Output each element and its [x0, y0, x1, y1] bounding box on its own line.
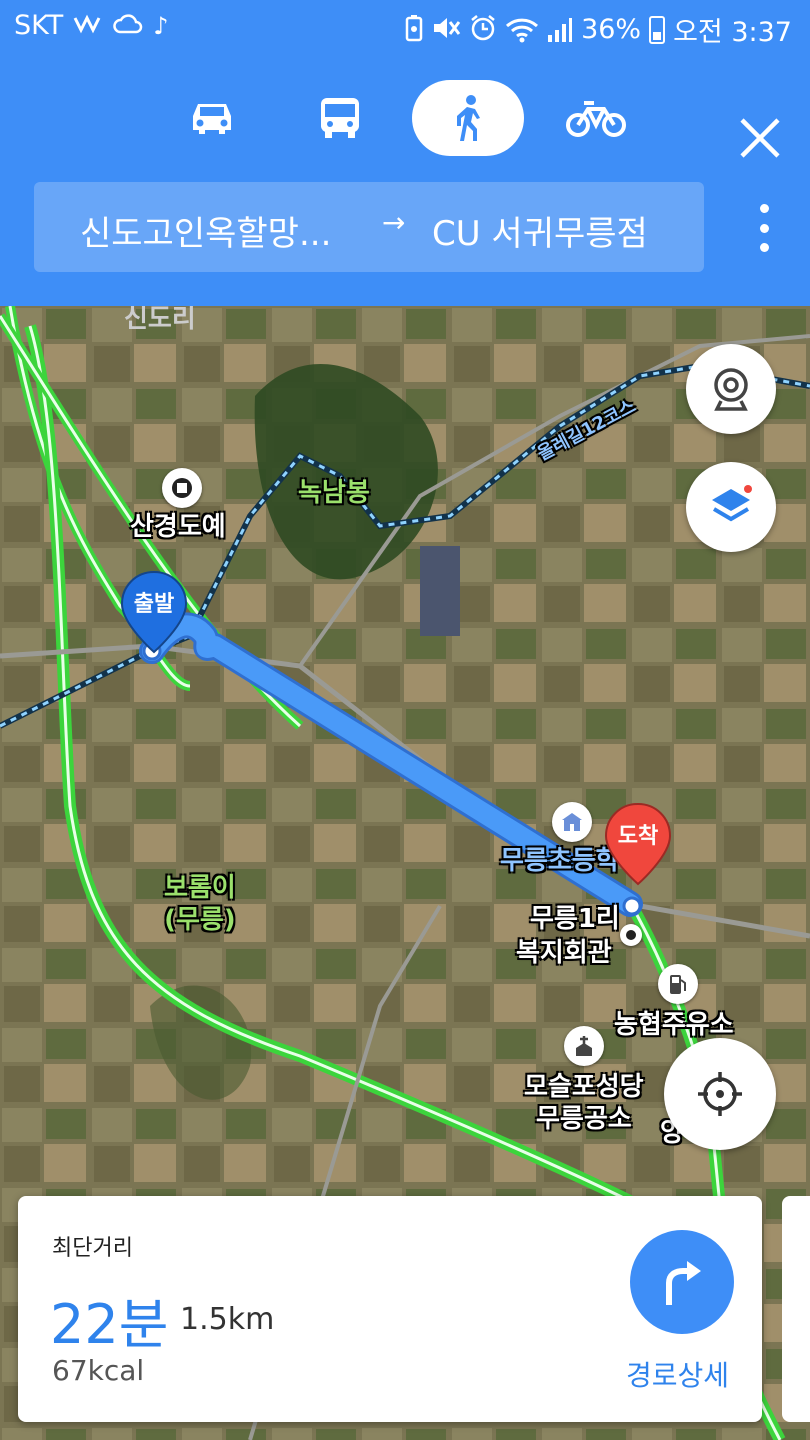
- poi-stop-icon[interactable]: [162, 468, 202, 508]
- school-icon[interactable]: [552, 802, 592, 842]
- volte-icon: [73, 14, 103, 38]
- origin-text[interactable]: 신도고인옥할망...: [80, 206, 331, 255]
- bike-mode-tab[interactable]: [540, 80, 652, 156]
- map-label-church-line2[interactable]: 무릉공소: [536, 1098, 632, 1135]
- mute-icon: [431, 15, 461, 45]
- crosshair-icon: [698, 1072, 742, 1116]
- walk-mode-tab[interactable]: [412, 80, 524, 156]
- bus-icon: [321, 98, 359, 138]
- my-location-button[interactable]: [664, 1038, 776, 1150]
- route-type-label: 최단거리: [52, 1236, 133, 1261]
- more-dot: [759, 223, 769, 233]
- wifi-icon: [505, 17, 539, 43]
- map-label-peak[interactable]: 녹남봉: [298, 472, 370, 509]
- status-bar: SKT ♪ 36% 오전 3:37: [0, 0, 810, 58]
- route-calories: 67kcal: [52, 1354, 145, 1387]
- music-note-icon: ♪: [153, 11, 169, 40]
- bike-icon: [566, 101, 626, 137]
- gas-station-icon[interactable]: [658, 964, 698, 1004]
- destination-text[interactable]: CU 서귀무릉점: [432, 206, 648, 255]
- end-pin[interactable]: 도착: [604, 802, 672, 886]
- more-options-button[interactable]: [754, 204, 774, 252]
- street-view-button[interactable]: [686, 344, 776, 434]
- map-label-oreum[interactable]: 보롬이 (무릉): [164, 872, 236, 936]
- battery-saver-icon: [405, 14, 423, 46]
- close-icon: [740, 118, 780, 158]
- route-detail-label[interactable]: 경로상세: [626, 1354, 729, 1394]
- car-mode-tab[interactable]: [156, 80, 268, 156]
- poi-dot-icon[interactable]: [620, 924, 642, 946]
- directions-header: 신도고인옥할망... → CU 서귀무릉점: [0, 58, 810, 306]
- route-detail-button[interactable]: [630, 1230, 734, 1334]
- map-label-hall-line2[interactable]: 복지회관: [516, 932, 612, 969]
- route-summary-box[interactable]: 신도고인옥할망... → CU 서귀무릉점: [34, 182, 704, 272]
- cloud-sync-icon: [113, 12, 143, 40]
- walk-icon: [457, 95, 480, 141]
- close-button[interactable]: [738, 116, 782, 160]
- bus-mode-tab[interactable]: [284, 80, 396, 156]
- map-layers-button[interactable]: [686, 462, 776, 552]
- start-pin[interactable]: 출발: [120, 570, 188, 654]
- alarm-icon: [469, 14, 497, 46]
- route-arrow-icon: →: [382, 206, 406, 239]
- church-icon[interactable]: [564, 1026, 604, 1066]
- signal-icon: [547, 17, 573, 43]
- street-view-icon: [714, 368, 748, 411]
- clock: 오전 3:37: [673, 17, 792, 48]
- battery-icon: [649, 15, 666, 44]
- layers-icon: [712, 485, 752, 522]
- car-icon: [193, 104, 231, 134]
- next-route-card[interactable]: [782, 1196, 810, 1422]
- map-label-school[interactable]: 무릉초등학: [500, 840, 620, 877]
- map-label-hall-line1[interactable]: 무릉1리: [530, 898, 620, 935]
- route-distance: 1.5km: [180, 1302, 275, 1337]
- battery-percent: 36%: [581, 14, 642, 45]
- route-summary-card[interactable]: 최단거리 22분 1.5km 67kcal 경로상세: [18, 1196, 762, 1422]
- map-label-village: 신도리: [124, 306, 196, 334]
- route-duration: 22분: [50, 1293, 169, 1356]
- transport-mode-tabs: [0, 80, 810, 158]
- turn-right-icon: [666, 1261, 701, 1305]
- more-dot: [759, 204, 769, 213]
- map-label-gas-station[interactable]: 농협주유소: [614, 1004, 734, 1041]
- start-pin-label: 출발: [133, 592, 175, 617]
- carrier-label: SKT: [14, 10, 64, 41]
- end-pin-label: 도착: [617, 824, 659, 849]
- map-label-pottery[interactable]: 산경도예: [130, 506, 226, 543]
- more-dot: [759, 243, 769, 252]
